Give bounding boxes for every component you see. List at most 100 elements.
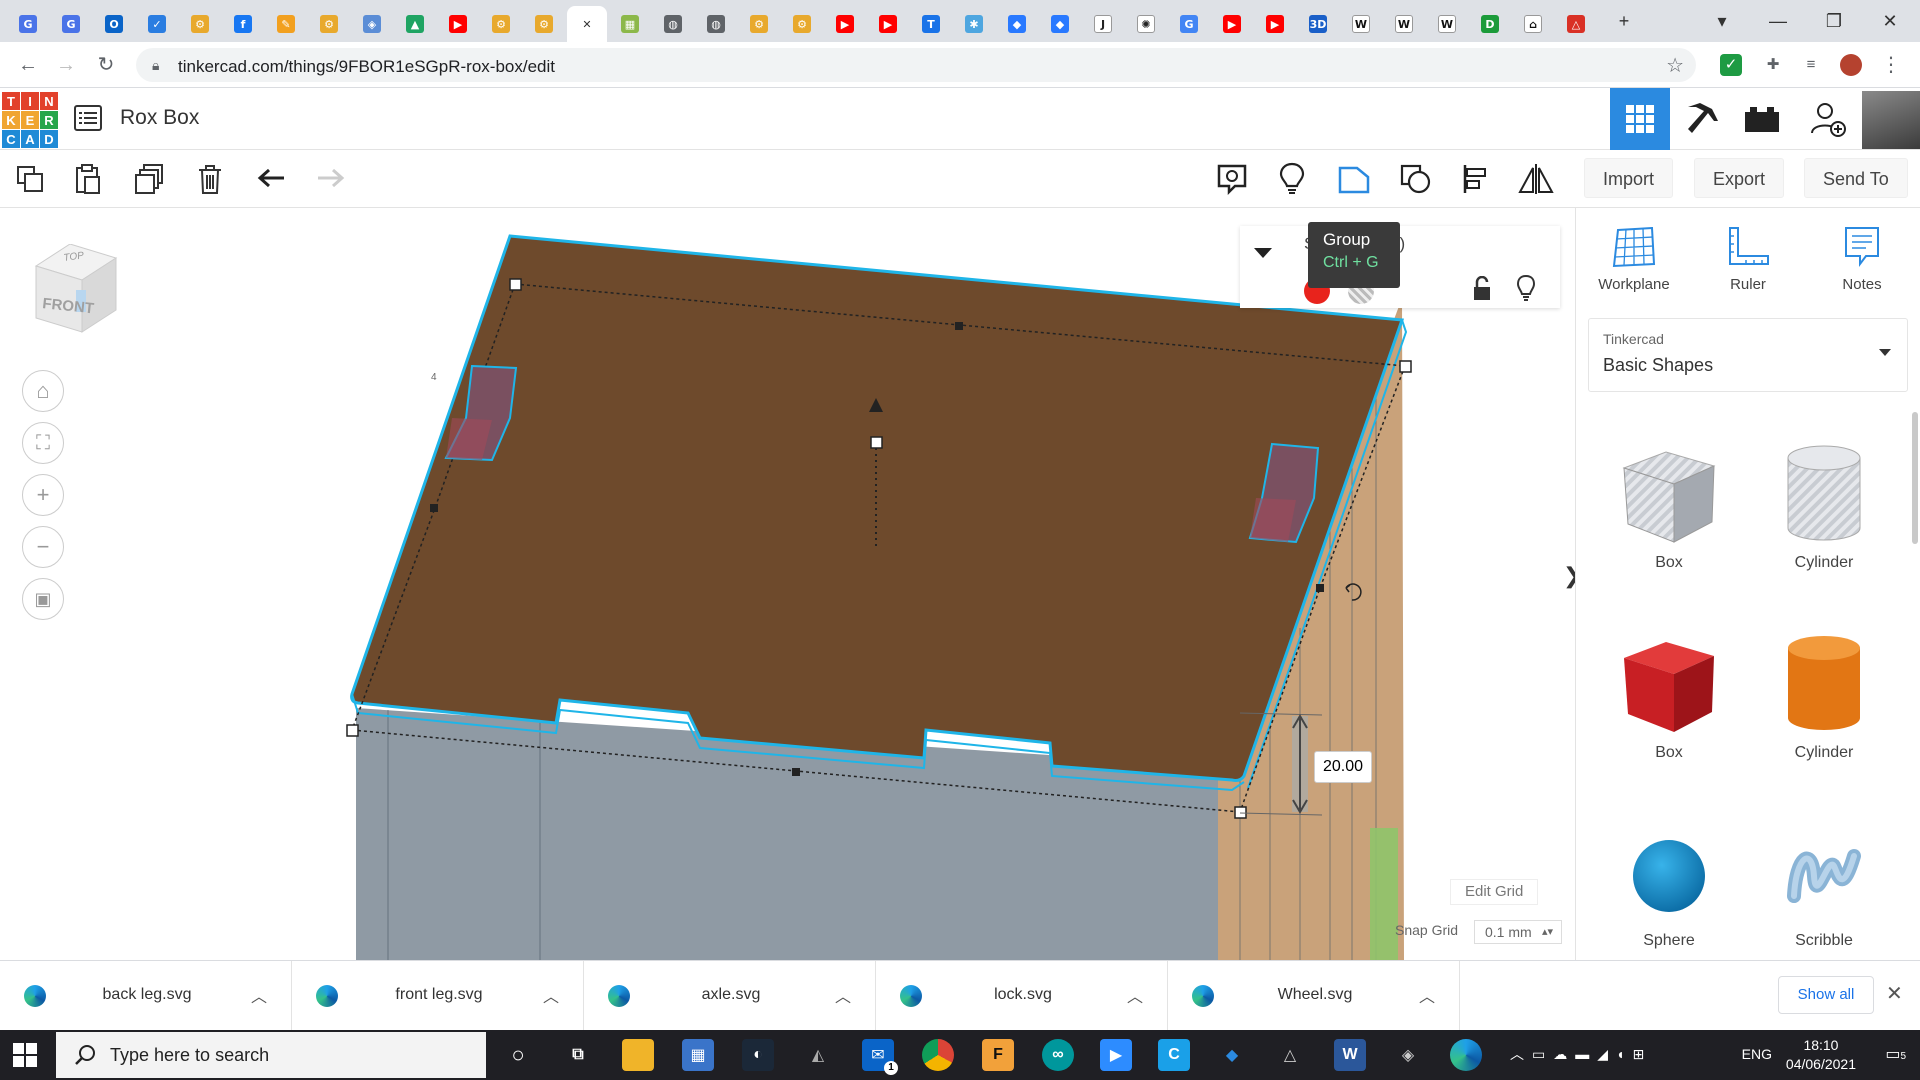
maximize-window-icon[interactable]: ❐ [1820, 8, 1848, 34]
close-icon[interactable]: ✕ [578, 15, 596, 33]
corner-handle-top-right[interactable] [1399, 360, 1412, 373]
download-item[interactable]: lock.svg ︿ [878, 961, 1168, 1031]
edge-handle-bottom[interactable] [792, 768, 800, 776]
browser-tab[interactable]: f [223, 6, 263, 42]
browser-tab[interactable]: ⌂ [1513, 6, 1553, 42]
system-clock[interactable]: 18:10 04/06/2021 [1786, 1036, 1856, 1074]
tab-search-dropdown-icon[interactable]: ▾ [1708, 8, 1736, 34]
browser-tab[interactable]: ⚙ [782, 6, 822, 42]
browser-tab[interactable]: G [1169, 6, 1209, 42]
show-all-lightbulb-icon[interactable] [1270, 158, 1314, 200]
notification-center-icon[interactable]: ▭5 [1885, 1044, 1906, 1064]
tinkercad-logo[interactable]: TIN KER CAD [2, 92, 58, 148]
copy-icon[interactable] [8, 158, 52, 200]
design-list-icon[interactable] [74, 104, 102, 132]
ortho-view-icon[interactable]: ▣ [22, 578, 64, 620]
chevron-up-icon[interactable]: ︿ [835, 983, 851, 1007]
snap-grid-select[interactable]: 0.1 mm ▴▾ [1474, 920, 1562, 944]
taskbar-search-box[interactable]: Type here to search [56, 1032, 486, 1078]
delete-trash-icon[interactable] [188, 158, 232, 200]
import-button[interactable]: Import [1584, 158, 1674, 198]
steam-icon[interactable]: ◐ [742, 1039, 774, 1071]
browser-tab[interactable]: ✺ [1126, 6, 1166, 42]
edge-handle-left[interactable] [430, 504, 438, 512]
workplane-tool[interactable]: Workplane [1584, 226, 1684, 293]
bricks-icon[interactable] [1732, 88, 1792, 150]
hide-lightbulb-icon[interactable] [1516, 274, 1536, 302]
app-icon[interactable]: ◈ [1392, 1039, 1424, 1071]
export-button[interactable]: Export [1694, 158, 1785, 198]
browser-tab[interactable]: ▶ [1255, 6, 1295, 42]
chevron-up-icon[interactable]: ︿ [1127, 983, 1143, 1007]
browser-tab[interactable]: W [1427, 6, 1467, 42]
browser-tab[interactable]: ⚙ [739, 6, 779, 42]
redo-icon[interactable] [308, 158, 352, 200]
browser-tab[interactable]: ▶ [868, 6, 908, 42]
browser-tab[interactable]: G [8, 6, 48, 42]
file-explorer-icon[interactable] [622, 1039, 654, 1071]
browser-tab[interactable]: 3D [1298, 6, 1338, 42]
corner-handle-bottom-right[interactable] [1234, 806, 1247, 819]
browser-tab[interactable]: T [911, 6, 951, 42]
chrome-icon[interactable] [922, 1039, 954, 1071]
browser-tab[interactable]: ◆ [997, 6, 1037, 42]
microsoft-store-icon[interactable]: ▦ [682, 1039, 714, 1071]
download-item[interactable]: axle.svg ︿ [586, 961, 876, 1031]
zoom-out-icon[interactable]: − [22, 526, 64, 568]
bookmark-star-icon[interactable]: ☆ [1666, 53, 1684, 78]
reading-list-icon[interactable]: ≡ [1800, 54, 1822, 76]
close-window-icon[interactable]: ✕ [1876, 8, 1904, 34]
panel-collapse-chevron-icon[interactable]: ❯ [1563, 563, 1575, 623]
browser-tab[interactable]: ✱ [954, 6, 994, 42]
word-icon[interactable]: W [1334, 1039, 1366, 1071]
corner-handle-bottom-left[interactable] [346, 724, 359, 737]
lock-icon[interactable]: 🔒︎ [152, 57, 159, 74]
inkscape-icon[interactable]: △ [1274, 1039, 1306, 1071]
group-icon[interactable] [1332, 158, 1376, 200]
close-downloads-icon[interactable]: ✕ [1886, 981, 1903, 1006]
browser-tab[interactable]: ⚙ [309, 6, 349, 42]
browser-tab[interactable]: ⚙ [524, 6, 564, 42]
edge-handle-top[interactable] [955, 322, 963, 330]
corner-handle-top-left[interactable] [509, 278, 522, 291]
chevron-up-icon[interactable]: ︿ [1419, 983, 1435, 1007]
zoom-in-icon[interactable]: + [22, 474, 64, 516]
align-icon[interactable] [1454, 158, 1498, 200]
edit-grid-button[interactable]: Edit Grid [1450, 879, 1539, 905]
shape-box-hole[interactable]: Box [1609, 438, 1729, 572]
browser-tab[interactable]: W [1341, 6, 1381, 42]
fusion-icon[interactable]: F [982, 1039, 1014, 1071]
inspector-collapse-icon[interactable] [1254, 248, 1272, 258]
design-title[interactable]: Rox Box [120, 106, 199, 130]
chevron-up-icon[interactable]: ︿ [543, 983, 559, 1007]
undo-icon[interactable] [250, 158, 294, 200]
address-bar[interactable]: 🔒︎ tinkercad.com/things/9FBOR1eSGpR-rox-… [136, 48, 1696, 82]
browser-tab[interactable]: ⚙ [481, 6, 521, 42]
profile-avatar[interactable] [1840, 54, 1862, 76]
design-scene[interactable]: 4 [0, 208, 1575, 960]
edge-handle-right[interactable] [1316, 584, 1324, 592]
back-button[interactable]: ← [14, 51, 42, 79]
browser-tab[interactable]: ▶ [825, 6, 865, 42]
3d-design-view-icon[interactable] [1610, 88, 1670, 150]
fit-view-icon[interactable]: ⛶ [22, 422, 64, 464]
cortana-icon[interactable]: ○ [502, 1039, 534, 1071]
panel-scrollbar[interactable] [1912, 412, 1918, 544]
browser-tab[interactable]: W [1384, 6, 1424, 42]
mirror-icon[interactable] [1514, 158, 1558, 200]
arduino-icon[interactable]: ∞ [1042, 1039, 1074, 1071]
duplicate-icon[interactable] [128, 158, 172, 200]
browser-tab[interactable]: ▦ [610, 6, 650, 42]
add-user-icon[interactable] [1798, 88, 1858, 150]
user-avatar[interactable] [1862, 91, 1920, 149]
browser-tab[interactable]: O [94, 6, 134, 42]
browser-menu-icon[interactable]: ⋮ [1880, 54, 1902, 76]
edge-icon[interactable] [1450, 1039, 1482, 1071]
new-tab-button[interactable]: + [1610, 8, 1638, 34]
browser-tab[interactable]: ◈ [352, 6, 392, 42]
chevron-up-icon[interactable]: ︿ [251, 983, 267, 1007]
browser-tab[interactable]: ✓ [137, 6, 177, 42]
extensions-puzzle-icon[interactable]: ✚ [1762, 54, 1784, 76]
windows-start-icon[interactable] [12, 1042, 38, 1068]
browser-tab[interactable]: D [1470, 6, 1510, 42]
